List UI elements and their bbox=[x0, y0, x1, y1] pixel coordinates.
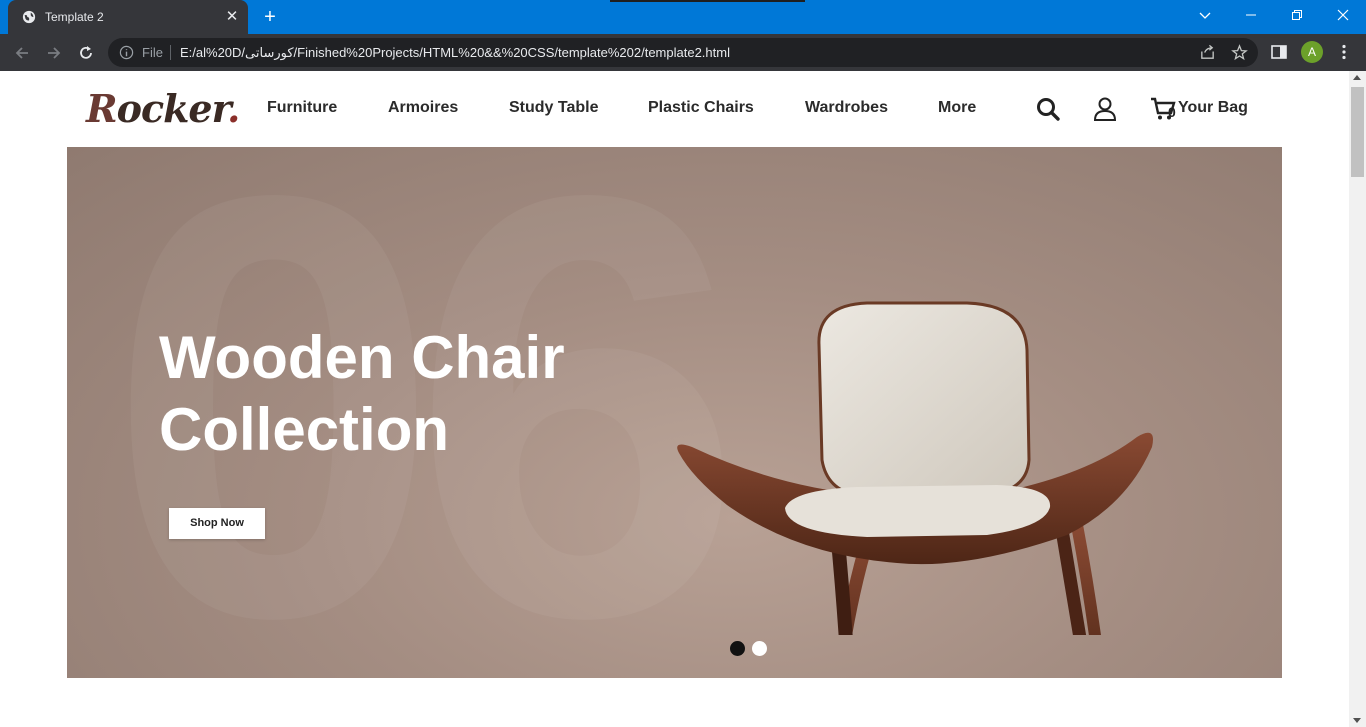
omnibox-divider bbox=[170, 45, 171, 60]
search-icon[interactable] bbox=[1035, 96, 1061, 122]
url-text[interactable]: E:/al%20D/کورساتی/Finished%20Projects/HT… bbox=[180, 45, 730, 61]
chevron-down-icon bbox=[1199, 12, 1211, 19]
address-bar[interactable]: File E:/al%20D/کورساتی/Finished%20Projec… bbox=[108, 38, 1258, 67]
page-viewport: Rocker. Furniture Armoires Study Table P… bbox=[0, 71, 1349, 727]
browser-tab[interactable]: Template 2 ✕ bbox=[8, 0, 248, 34]
nav-more[interactable]: More bbox=[938, 99, 976, 117]
slider-dots bbox=[730, 641, 767, 656]
tab-close-button[interactable]: ✕ bbox=[222, 9, 242, 25]
profile-avatar[interactable]: A bbox=[1301, 41, 1323, 63]
nav-armoires[interactable]: Armoires bbox=[388, 99, 458, 117]
scroll-up-arrow-icon[interactable] bbox=[1353, 75, 1361, 80]
reload-button[interactable] bbox=[75, 42, 97, 64]
close-window-button[interactable] bbox=[1320, 0, 1366, 30]
nav-wardrobes[interactable]: Wardrobes bbox=[805, 99, 888, 117]
url-scheme-label: File bbox=[142, 45, 163, 60]
side-panel-icon[interactable] bbox=[1270, 43, 1288, 61]
minimize-icon bbox=[1246, 14, 1256, 16]
close-icon bbox=[1337, 9, 1349, 21]
browser-toolbar: File E:/al%20D/کورساتی/Finished%20Projec… bbox=[0, 34, 1366, 71]
minimize-button[interactable] bbox=[1228, 0, 1274, 30]
shop-now-button[interactable]: Shop Now bbox=[169, 508, 265, 539]
user-icon[interactable] bbox=[1092, 96, 1118, 122]
forward-button[interactable] bbox=[43, 42, 65, 64]
globe-icon bbox=[22, 10, 36, 24]
hero-slider: 06 Wooden Chair Collection Shop Now bbox=[67, 147, 1282, 678]
info-icon[interactable] bbox=[119, 45, 134, 60]
restore-button[interactable] bbox=[1274, 0, 1320, 30]
arrow-left-icon bbox=[15, 47, 28, 59]
slider-dot-1[interactable] bbox=[730, 641, 745, 656]
scroll-down-arrow-icon[interactable] bbox=[1353, 718, 1361, 723]
logo-initial: R bbox=[86, 86, 118, 131]
hero-title: Wooden Chair Collection bbox=[159, 324, 565, 463]
back-button[interactable] bbox=[11, 42, 33, 64]
scroll-thumb[interactable] bbox=[1351, 87, 1364, 177]
bag-count-badge: 0 bbox=[1168, 104, 1176, 120]
slider-dot-2[interactable] bbox=[752, 641, 767, 656]
restore-icon bbox=[1292, 10, 1302, 20]
nav-study-table[interactable]: Study Table bbox=[509, 99, 599, 117]
logo-text: ocker bbox=[116, 86, 229, 131]
tab-search-button[interactable] bbox=[1182, 0, 1228, 30]
tab-title: Template 2 bbox=[45, 10, 104, 24]
logo-dot: . bbox=[227, 86, 240, 131]
arrow-right-icon bbox=[48, 47, 61, 59]
reload-icon bbox=[80, 46, 92, 59]
more-menu-icon[interactable] bbox=[1335, 43, 1353, 61]
browser-titlebar: Template 2 ✕ + bbox=[0, 0, 1366, 34]
bookmark-star-icon[interactable] bbox=[1231, 44, 1248, 61]
bag-label[interactable]: Your Bag bbox=[1178, 99, 1248, 117]
title-notch bbox=[610, 0, 805, 2]
nav-plastic-chairs[interactable]: Plastic Chairs bbox=[648, 99, 754, 117]
page-scrollbar[interactable] bbox=[1349, 71, 1366, 727]
new-tab-button[interactable]: + bbox=[258, 6, 282, 28]
site-logo[interactable]: Rocker. bbox=[86, 86, 240, 132]
chair-image bbox=[677, 301, 1153, 635]
nav-furniture[interactable]: Furniture bbox=[267, 99, 337, 117]
share-icon[interactable] bbox=[1199, 44, 1216, 61]
